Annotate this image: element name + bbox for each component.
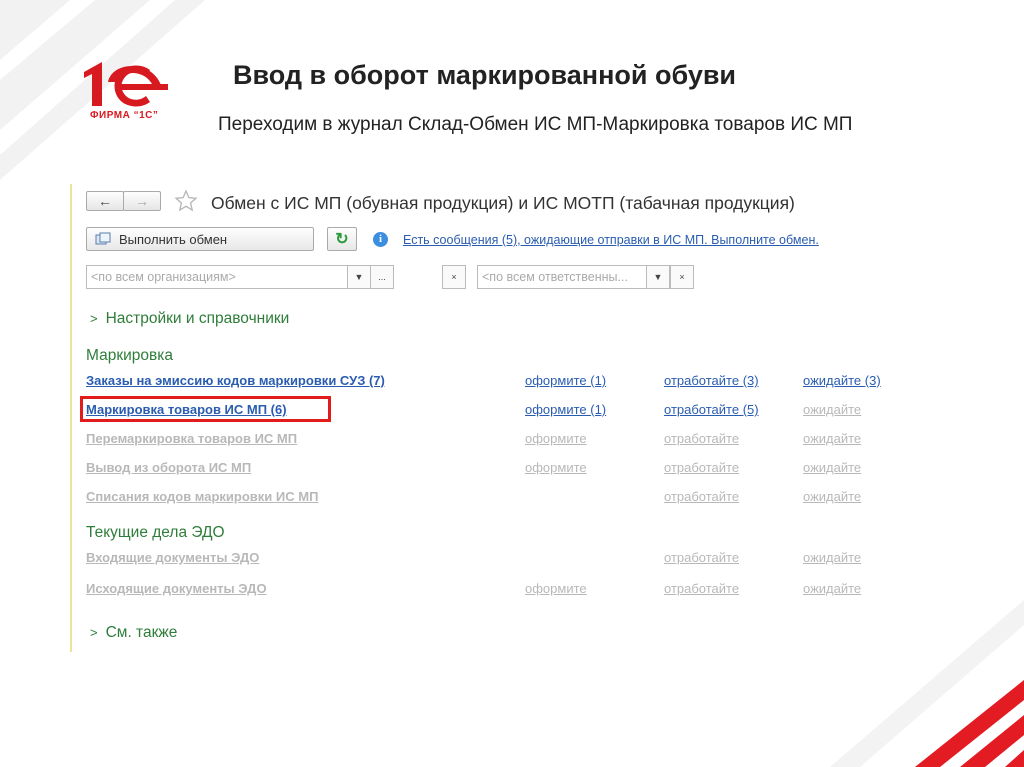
logo-1c-mark [84, 62, 168, 107]
settings-section-label: Настройки и справочники [105, 310, 290, 327]
row-withdrawal-todo[interactable]: оформите [525, 460, 587, 475]
responsible-clear-button[interactable]: × [670, 265, 694, 289]
row-withdrawal[interactable]: Вывод из оборота ИС МП [86, 460, 251, 475]
execute-exchange-label: Выполнить обмен [119, 231, 228, 247]
organization-clear-button[interactable]: × [442, 265, 466, 289]
row-outgoing-edo-todo[interactable]: оформите [525, 581, 587, 596]
chevron-right-icon: > [90, 625, 98, 640]
row-outgoing-edo[interactable]: Исходящие документы ЭДО [86, 581, 267, 596]
forward-button[interactable]: → [123, 191, 161, 211]
row-remarking[interactable]: Перемаркировка товаров ИС МП [86, 431, 297, 446]
see-also-section-toggle[interactable]: > См. также [90, 624, 177, 642]
row-withdrawal-work[interactable]: отработайте [664, 460, 739, 475]
row-outgoing-edo-wait[interactable]: ожидайте [803, 581, 861, 596]
row-remarking-wait[interactable]: ожидайте [803, 431, 861, 446]
row-remarking-work[interactable]: отработайте [664, 431, 739, 446]
row-incoming-edo-work[interactable]: отработайте [664, 550, 739, 565]
row-outgoing-edo-work[interactable]: отработайте [664, 581, 739, 596]
execute-exchange-button[interactable]: Выполнить обмен [86, 227, 314, 251]
nav-buttons: ← → [86, 191, 164, 213]
organization-clear-icon: × [443, 266, 465, 288]
row-writeoff-wait[interactable]: ожидайте [803, 489, 861, 504]
window-edge [70, 184, 72, 652]
see-also-section-label: См. также [105, 624, 178, 641]
exchange-icon [95, 232, 111, 245]
row-suz-orders[interactable]: Заказы на эмиссию кодов маркировки СУЗ (… [86, 373, 385, 388]
info-icon: i [373, 232, 388, 247]
row-suz-orders-todo[interactable]: оформите (1) [525, 373, 606, 388]
refresh-button[interactable]: ↻ [327, 227, 357, 251]
row-withdrawal-wait[interactable]: ожидайте [803, 460, 861, 475]
organization-filter-text: <по всем организациям> [91, 270, 236, 284]
row-writeoff[interactable]: Списания кодов маркировки ИС МП [86, 489, 318, 504]
row-incoming-edo[interactable]: Входящие документы ЭДО [86, 550, 259, 565]
highlight-frame [80, 396, 331, 422]
back-button[interactable]: ← [86, 191, 124, 211]
responsible-clear-icon: × [671, 266, 693, 288]
row-goods-marking-todo[interactable]: оформите (1) [525, 402, 606, 417]
form-title: Обмен с ИС МП (обувная продукция) и ИС М… [211, 193, 795, 213]
pending-messages-link[interactable]: Есть сообщения (5), ожидающие отправки в… [403, 233, 819, 247]
logo-caption: ФИРМА “1С” [90, 110, 159, 121]
slide-subtitle: Переходим в журнал Склад-Обмен ИС МП-Мар… [218, 114, 853, 135]
row-suz-orders-work[interactable]: отработайте (3) [664, 373, 759, 388]
slide-title: Ввод в оборот маркированной обуви [233, 60, 737, 90]
row-goods-marking-work[interactable]: отработайте (5) [664, 402, 759, 417]
logo-1c: ФИРМА “1С” [80, 58, 175, 128]
row-incoming-edo-wait[interactable]: ожидайте [803, 550, 861, 565]
row-suz-orders-wait[interactable]: ожидайте (3) [803, 373, 881, 388]
responsible-filter-text: <по всем ответственны... [482, 270, 628, 284]
chevron-right-icon: > [90, 311, 98, 326]
responsible-dropdown-icon[interactable]: ▼ [646, 266, 669, 288]
row-remarking-todo[interactable]: оформите [525, 431, 587, 446]
row-writeoff-work[interactable]: отработайте [664, 489, 739, 504]
organization-filter[interactable]: <по всем организациям> ▼ ... [86, 265, 394, 289]
responsible-filter[interactable]: <по всем ответственны... ▼ [477, 265, 670, 289]
organization-select-button[interactable]: ... [370, 266, 393, 288]
favorite-star-icon[interactable] [174, 189, 198, 213]
row-goods-marking-wait[interactable]: ожидайте [803, 402, 861, 417]
settings-section-toggle[interactable]: > Настройки и справочники [90, 310, 289, 328]
edo-group-title: Текущие дела ЭДО [86, 524, 225, 541]
marking-group-title: Маркировка [86, 347, 173, 364]
organization-dropdown-icon[interactable]: ▼ [347, 266, 370, 288]
